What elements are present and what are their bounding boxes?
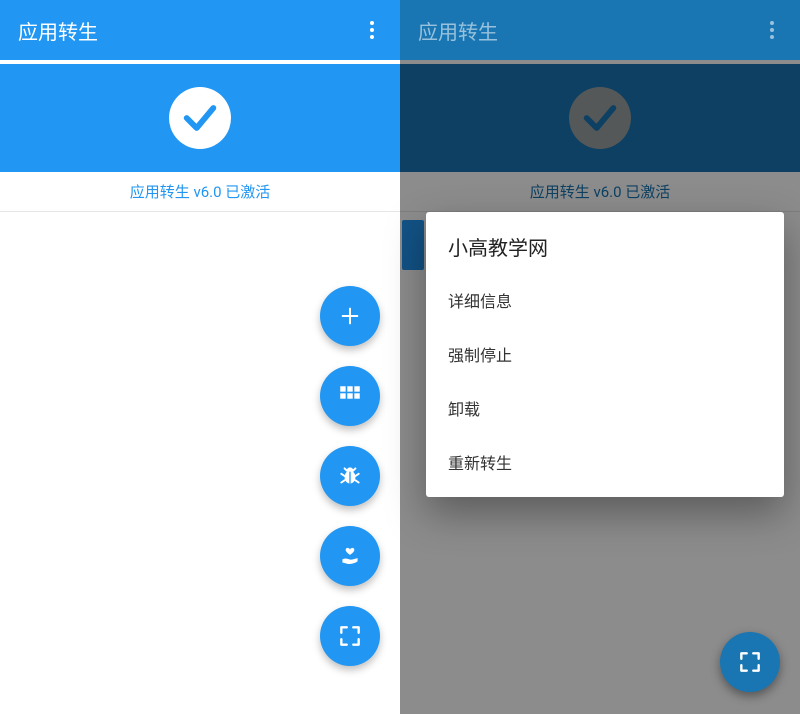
fab-donate[interactable]: [320, 526, 380, 586]
more-vert-icon: [370, 21, 374, 39]
fab-expand[interactable]: [320, 606, 380, 666]
screen-right: 应用转生 v6.0 已激活 应用转生 小高教学网 详细信息 强制停止 卸载 重新…: [400, 0, 800, 714]
fab-add[interactable]: [320, 286, 380, 346]
dialog-item-force-stop[interactable]: 强制停止: [426, 327, 784, 381]
expand-icon: [737, 649, 763, 675]
bug-icon: [337, 463, 363, 489]
status-icon-circle: [169, 87, 231, 149]
overflow-menu-button[interactable]: [756, 14, 788, 46]
appbar-title: 应用转生: [18, 16, 98, 45]
content-area: [0, 212, 400, 714]
expand-icon: [337, 623, 363, 649]
check-icon: [180, 98, 220, 138]
fab-grid[interactable]: [320, 366, 380, 426]
appbar: 应用转生: [400, 0, 800, 60]
fab-expand[interactable]: [720, 632, 780, 692]
screen-left: 应用转生 应用转生 v6.0 已激活: [0, 0, 400, 714]
heart-hand-icon: [337, 543, 363, 569]
dialog-item-details[interactable]: 详细信息: [426, 273, 784, 327]
status-text: 应用转生 v6.0 已激活: [0, 172, 400, 212]
dialog-title: 小高教学网: [426, 232, 784, 273]
appbar-title: 应用转生: [418, 16, 498, 45]
overflow-menu-button[interactable]: [356, 14, 388, 46]
status-banner: [0, 64, 400, 172]
appbar: 应用转生: [0, 0, 400, 60]
dialog-item-uninstall[interactable]: 卸载: [426, 381, 784, 435]
grid-icon: [337, 383, 363, 409]
fab-bug[interactable]: [320, 446, 380, 506]
context-dialog: 小高教学网 详细信息 强制停止 卸载 重新转生: [426, 212, 784, 497]
more-vert-icon: [770, 21, 774, 39]
plus-icon: [339, 305, 361, 327]
fab-column: [320, 286, 380, 666]
fab-bottom-wrap: [720, 632, 780, 692]
dialog-item-reclone[interactable]: 重新转生: [426, 435, 784, 489]
